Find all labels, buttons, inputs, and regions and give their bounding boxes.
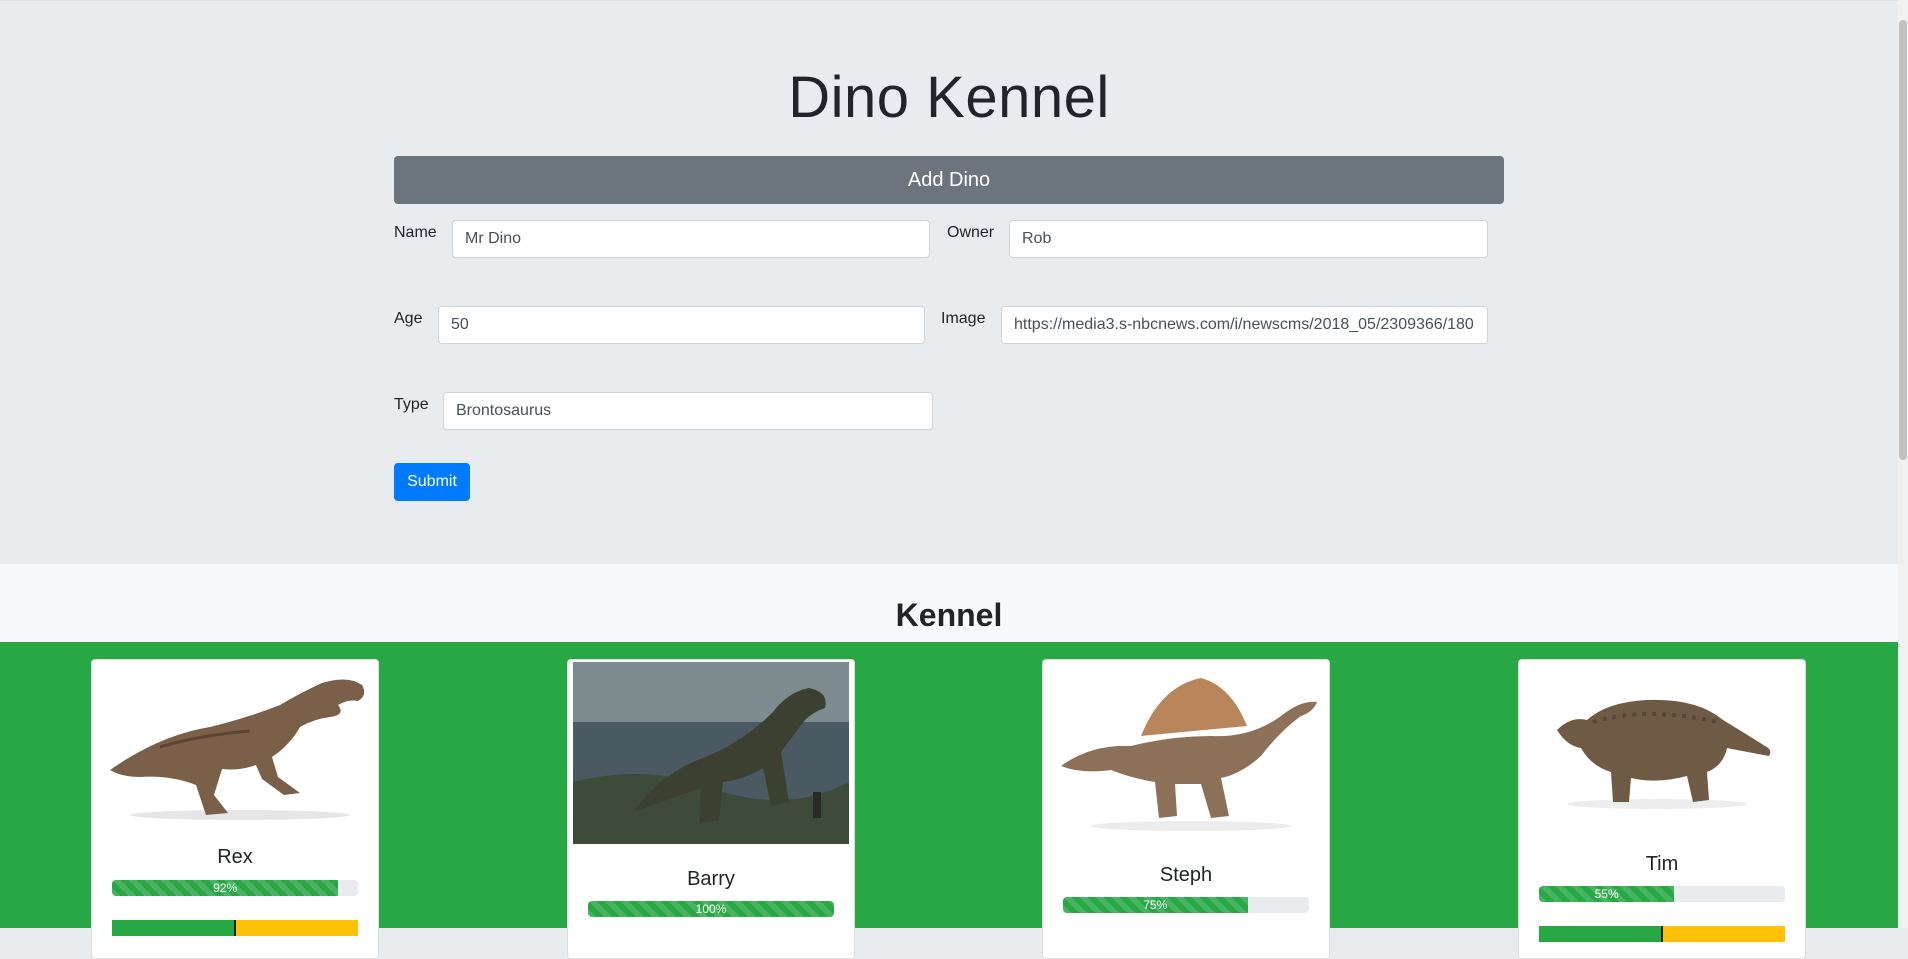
- progress-fill: 92%: [112, 880, 339, 896]
- image-label: Image: [941, 310, 986, 327]
- dino-card[interactable]: Steph 75%: [1042, 659, 1330, 959]
- dino-name: Barry: [687, 868, 735, 890]
- t-rex-image: [92, 660, 378, 830]
- progress-fill: 55%: [1539, 886, 1675, 902]
- age-input[interactable]: [438, 306, 925, 344]
- dino-name: Rex: [217, 846, 253, 868]
- dino-name: Tim: [1645, 853, 1679, 875]
- progress-bar: 92%: [112, 880, 358, 896]
- progress-fill: 75%: [1063, 897, 1248, 913]
- dino-card[interactable]: Tim 55%: [1518, 659, 1806, 959]
- page-title: Dino Kennel: [788, 65, 1110, 130]
- dino-name: Steph: [1159, 864, 1213, 886]
- submit-button[interactable]: Submit: [394, 463, 470, 501]
- name-label: Name: [394, 224, 437, 241]
- image-input[interactable]: [1001, 306, 1488, 344]
- page: Dino Kennel Add Dino Name Owner Age Imag…: [0, 0, 1898, 959]
- type-label: Type: [394, 396, 429, 413]
- progress-bar: 55%: [1539, 886, 1785, 902]
- progress-fill: 100%: [588, 901, 834, 917]
- owner-input[interactable]: [1009, 220, 1488, 258]
- progress-bar: 100%: [588, 901, 834, 917]
- age-label: Age: [394, 310, 423, 327]
- status-bar: [1539, 926, 1785, 942]
- type-input[interactable]: [443, 392, 933, 430]
- vertical-scrollbar[interactable]: [1898, 0, 1908, 928]
- kennel-title: Kennel: [895, 597, 1003, 633]
- scrollbar-thumb[interactable]: [1899, 20, 1907, 460]
- dino-card[interactable]: Barry 100%: [567, 659, 855, 959]
- status-bar: [112, 920, 358, 936]
- progress-bar: 75%: [1063, 897, 1309, 913]
- spinosaurus-image: [1043, 660, 1329, 842]
- add-dino-header: Add Dino: [394, 156, 1504, 204]
- name-input[interactable]: [452, 220, 930, 258]
- ankylosaurus-image: [1519, 660, 1805, 832]
- owner-label: Owner: [947, 224, 995, 241]
- dino-card[interactable]: Rex 92%: [91, 659, 379, 959]
- t-rex-scene-image: [568, 660, 854, 846]
